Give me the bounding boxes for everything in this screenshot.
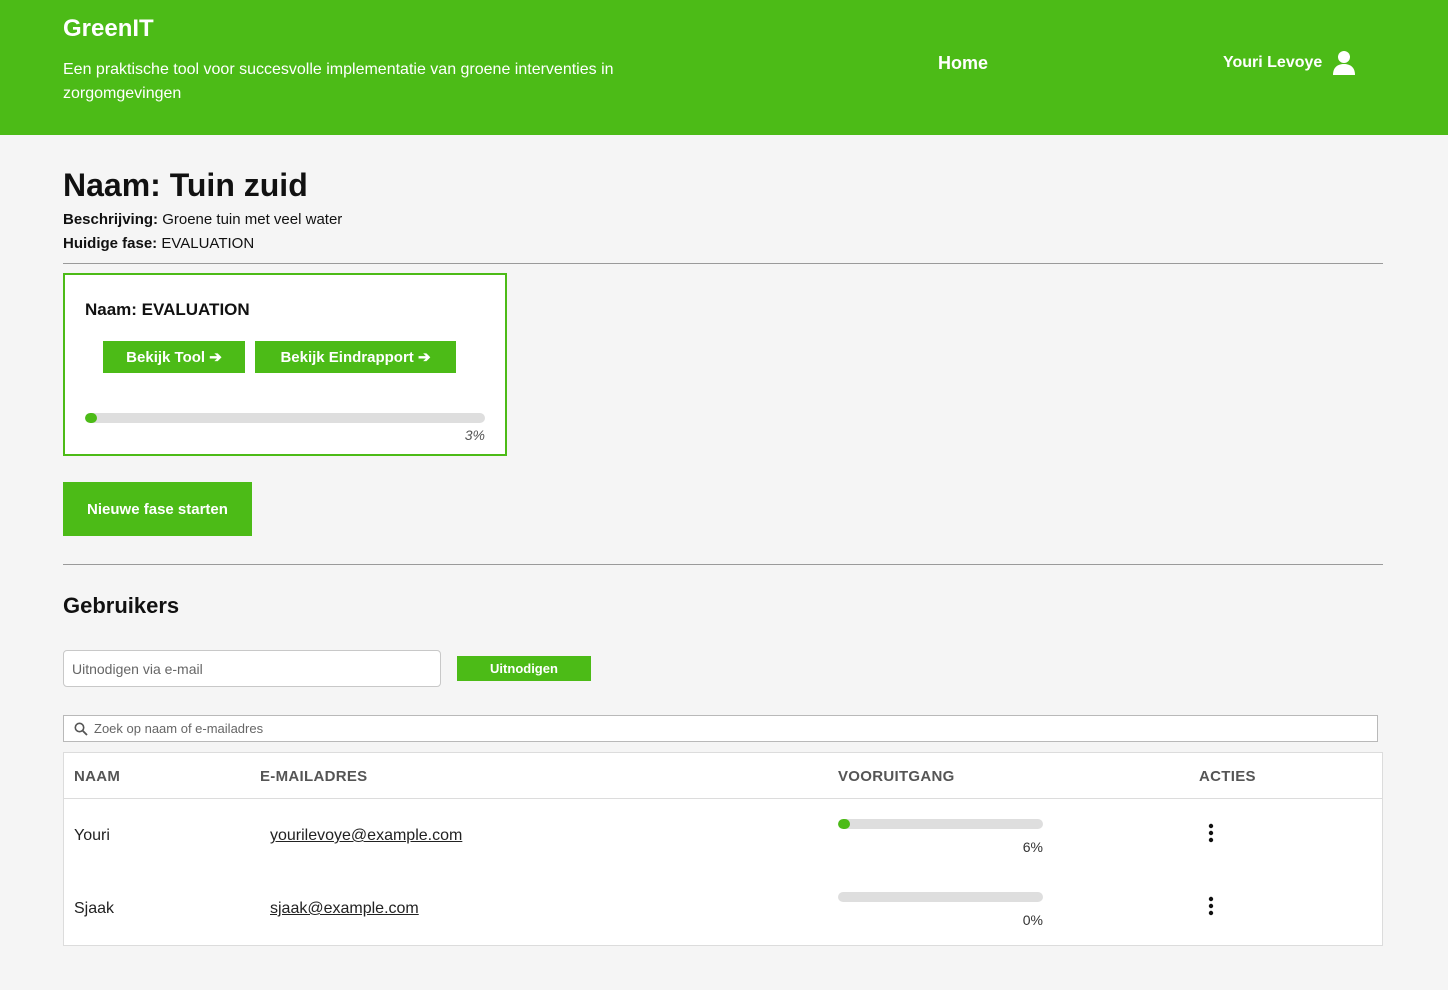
user-name-cell: Sjaak	[74, 900, 115, 917]
view-tool-button[interactable]: Bekijk Tool ➔	[103, 341, 245, 373]
phase-card-title: Naam: EVALUATION	[85, 300, 250, 319]
table-row: Youri yourilevoye@example.com 6%	[64, 800, 1382, 873]
nav-home-link[interactable]: Home	[938, 53, 988, 74]
view-report-button[interactable]: Bekijk Eindrapport ➔	[255, 341, 456, 373]
more-actions-button[interactable]	[1198, 819, 1224, 853]
description-label: Beschrijving:	[63, 211, 159, 228]
divider	[63, 263, 1383, 264]
column-header-email[interactable]: E-MAILADRES	[260, 768, 367, 785]
column-header-name[interactable]: NAAM	[74, 768, 120, 785]
user-name: Youri Levoye	[1223, 54, 1323, 71]
more-actions-button[interactable]	[1198, 892, 1224, 926]
tagline: Een praktische tool voor succesvolle imp…	[63, 61, 614, 102]
user-menu[interactable]: Youri Levoye	[1223, 50, 1356, 76]
more-vertical-icon	[1208, 896, 1214, 922]
brand-logo[interactable]: GreenIT	[63, 15, 154, 43]
project-phase: Huidige fase: EVALUATION	[63, 234, 254, 254]
more-vertical-icon	[1208, 823, 1214, 849]
user-search-box[interactable]	[63, 715, 1378, 742]
user-progress-bar	[838, 819, 1043, 829]
user-search-input[interactable]	[94, 721, 1374, 736]
user-progress-text: 0%	[1022, 912, 1043, 928]
phase-label: Huidige fase:	[63, 235, 158, 252]
table-row: Sjaak sjaak@example.com 0%	[64, 873, 1382, 946]
column-header-actions: ACTIES	[1199, 768, 1256, 785]
user-email-link[interactable]: yourilevoye@example.com	[270, 827, 462, 845]
user-progress-bar	[838, 892, 1043, 902]
phase-progress-fill	[85, 413, 97, 423]
description-value: Groene tuin met veel water	[162, 211, 343, 228]
new-phase-button[interactable]: Nieuwe fase starten	[63, 482, 252, 536]
column-header-progress[interactable]: VOORUITGANG	[838, 768, 955, 785]
user-email-link[interactable]: sjaak@example.com	[270, 900, 419, 918]
users-section-title: Gebruikers	[63, 593, 180, 618]
users-table: NAAM E-MAILADRES VOORUITGANG ACTIES Your…	[63, 752, 1383, 946]
user-name-cell: Youri	[74, 827, 110, 844]
phase-value: EVALUATION	[161, 235, 255, 252]
invite-button[interactable]: Uitnodigen	[457, 656, 591, 681]
invite-email-input[interactable]	[63, 650, 441, 687]
table-header: NAAM E-MAILADRES VOORUITGANG ACTIES	[64, 753, 1382, 799]
phase-card: Naam: EVALUATION Bekijk Tool ➔ Bekijk Ei…	[63, 273, 507, 456]
phase-progress-bar	[85, 413, 485, 423]
project-description: Beschrijving: Groene tuin met veel water	[63, 210, 342, 230]
divider	[63, 564, 1383, 565]
user-icon	[1332, 50, 1356, 76]
user-progress-fill	[838, 819, 851, 829]
search-icon	[74, 722, 88, 736]
top-header: GreenIT Een praktische tool voor succesv…	[0, 0, 1448, 135]
page-title: Naam: Tuin zuid	[63, 167, 308, 203]
phase-progress-text: 3%	[464, 427, 485, 443]
user-progress-text: 6%	[1022, 839, 1043, 855]
